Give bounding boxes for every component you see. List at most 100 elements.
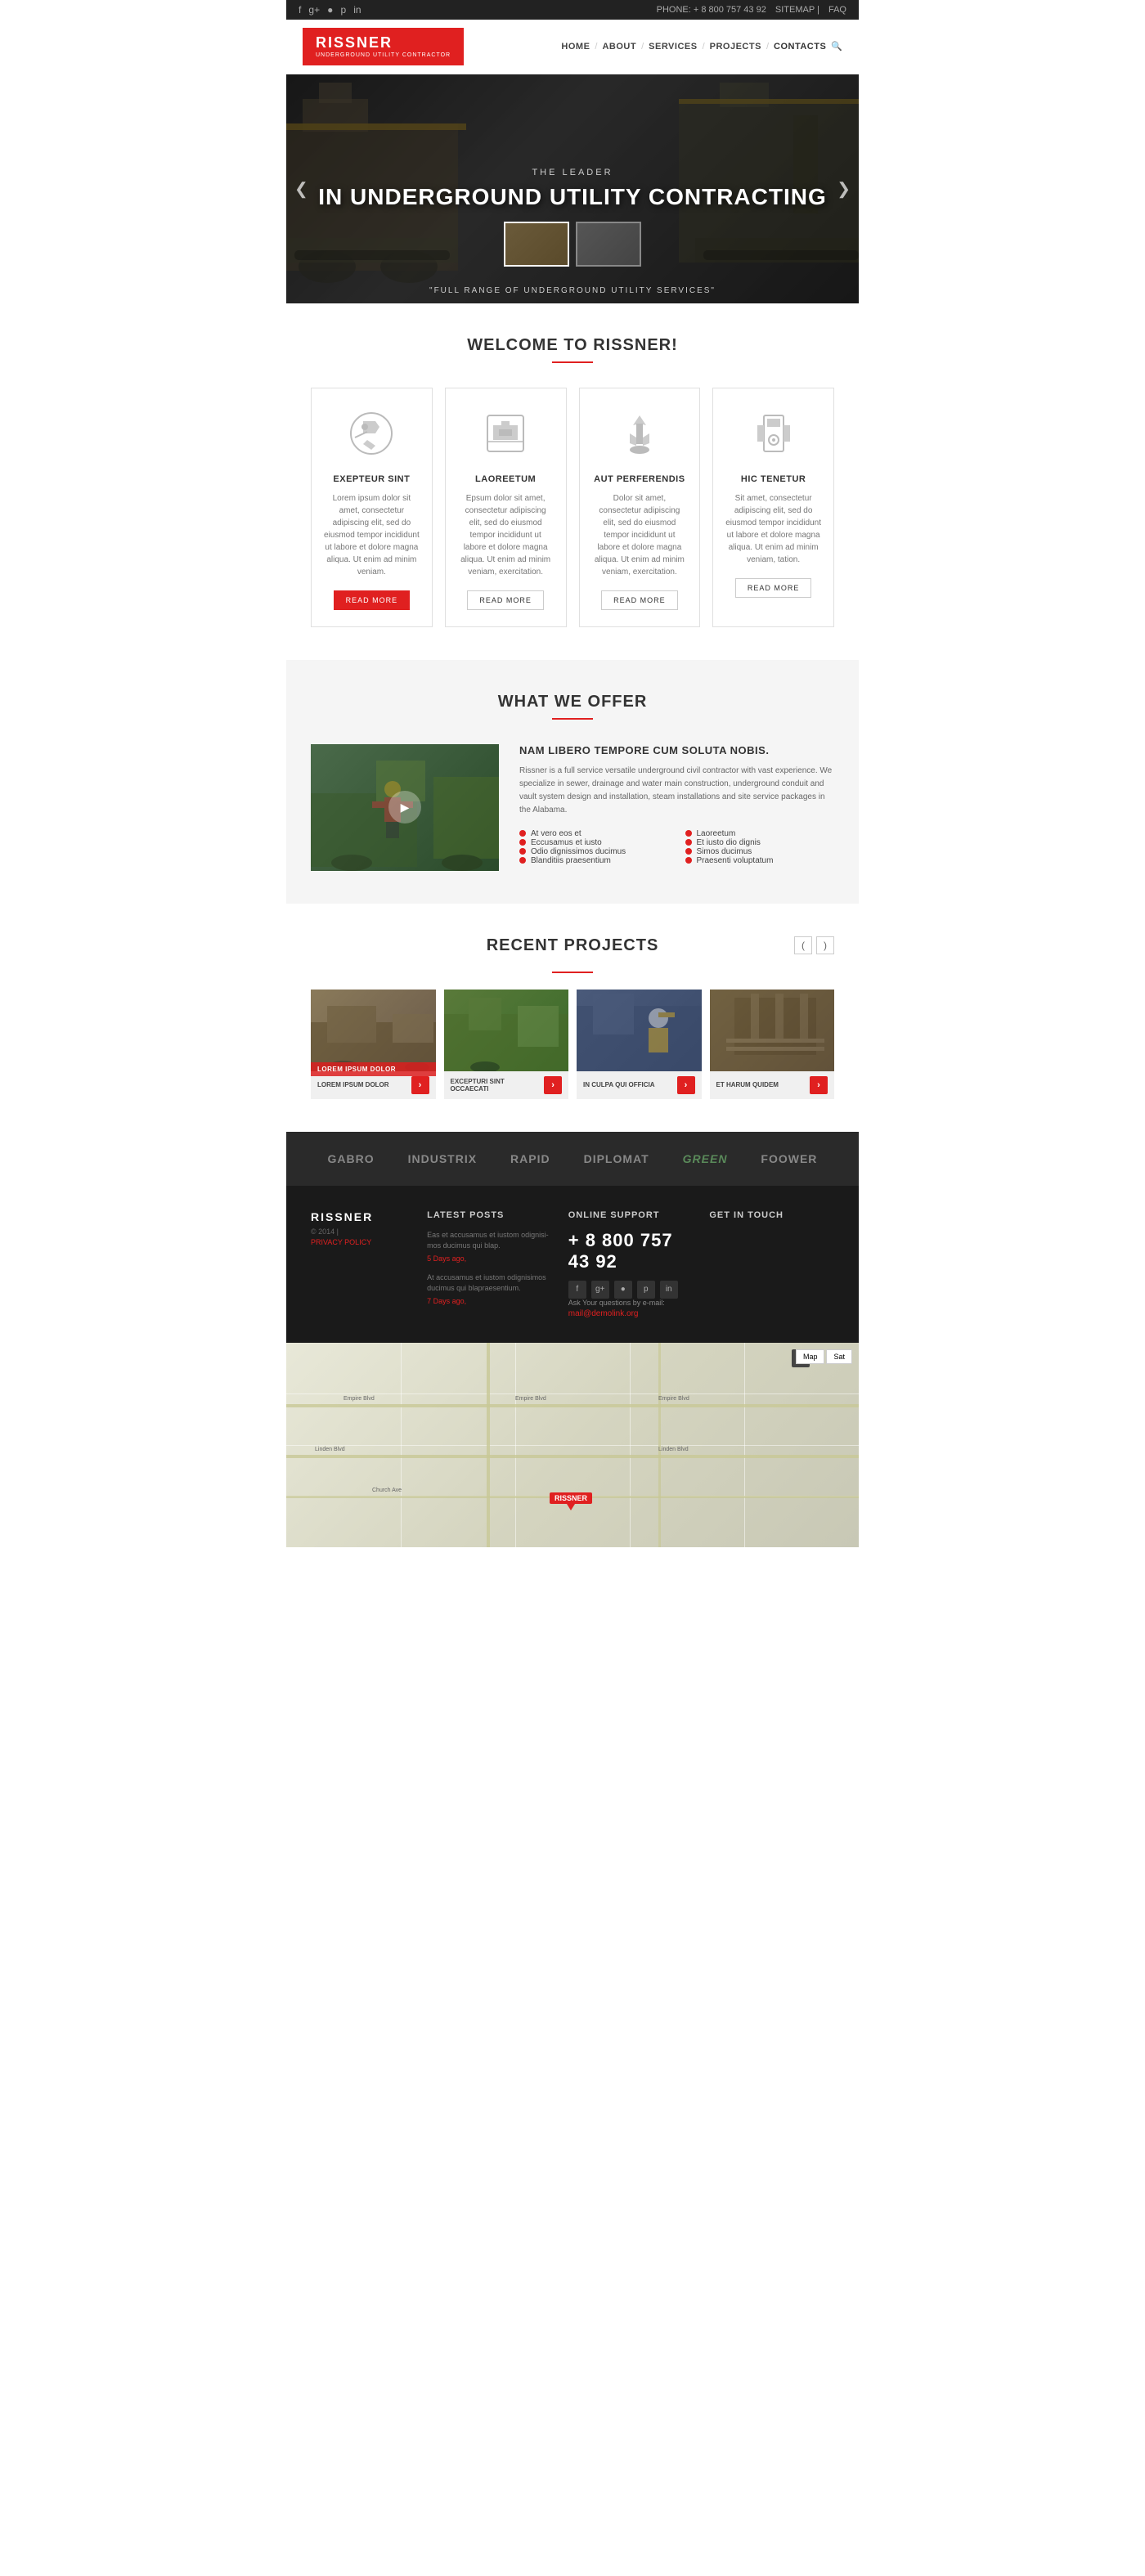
- offer-content: ▶ NAM LIBERO TEMPORE CUM SOLUTA NOBIS. R…: [311, 744, 834, 871]
- map-road-v1: [487, 1343, 490, 1547]
- nav-home[interactable]: HOME: [561, 42, 590, 52]
- partner-green[interactable]: green: [683, 1152, 728, 1165]
- partner-industrix[interactable]: INDUSTRIX: [408, 1152, 477, 1165]
- nav-contacts[interactable]: CONTACTS: [774, 42, 826, 52]
- play-button[interactable]: ▶: [388, 791, 421, 824]
- project-image-1: [311, 990, 436, 1071]
- projects-title: RECENT PROJECTS: [487, 936, 659, 955]
- hero-section: THE LEADER IN UNDERGROUND UTILITY CONTRA…: [286, 74, 859, 303]
- footer-touch-title: GET IN TOUCH: [709, 1210, 834, 1220]
- nav-about[interactable]: ABOUT: [602, 42, 636, 52]
- read-more-btn-4[interactable]: READ MORE: [735, 578, 812, 598]
- projects-next-arrow[interactable]: ): [816, 936, 834, 954]
- map-section[interactable]: Empire Blvd Empire Blvd Empire Blvd Lind…: [286, 1343, 859, 1547]
- map-marker: RISSNER: [550, 1492, 592, 1510]
- projects-prev-arrow[interactable]: (: [794, 936, 812, 954]
- map-view-map[interactable]: Map: [796, 1349, 825, 1364]
- offer-list-right: Laoreetum Et iusto dio dignis Simos duci…: [685, 829, 835, 865]
- top-bar-right: PHONE: + 8 800 757 43 92 SITEMAP | FAQ: [657, 5, 846, 15]
- features-grid: EXEPTEUR SINT Lorem ipsum dolor sit amet…: [311, 388, 834, 627]
- partner-gabro[interactable]: GABRO: [327, 1152, 374, 1165]
- offer-list-item-r1: Laoreetum: [685, 829, 835, 838]
- footer-social-fb[interactable]: f: [568, 1281, 586, 1299]
- partners-section: GABRO INDUSTRIX RAPID DIPLOMAT green FOO…: [286, 1132, 859, 1186]
- footer-email[interactable]: mail@demolink.org: [568, 1309, 694, 1318]
- social-links[interactable]: f g+ ● p in: [299, 4, 366, 16]
- bullet-r4: [685, 857, 692, 864]
- social-facebook[interactable]: f: [299, 4, 301, 16]
- partner-rapid[interactable]: RAPID: [510, 1152, 550, 1165]
- offer-video[interactable]: ▶: [311, 744, 499, 871]
- welcome-title: WELCOME TO RISSNER!: [311, 336, 834, 355]
- partner-diplomat[interactable]: DIPLOMAT: [584, 1152, 649, 1165]
- footer-support-phone: + 8 800 757 43 92: [568, 1230, 694, 1272]
- hero-thumb-1[interactable]: [504, 222, 569, 267]
- read-more-btn-1[interactable]: READ MORE: [334, 590, 411, 610]
- offer-list-item-r3: Simos ducimus: [685, 847, 835, 856]
- hero-text: THE LEADER IN UNDERGROUND UTILITY CONTRA…: [318, 168, 826, 210]
- project-footer-4: ET HARUM QUIDEM ›: [710, 1071, 835, 1099]
- nav-links: HOME / ABOUT / SERVICES / PROJECTS / CON…: [561, 41, 842, 52]
- read-more-btn-3[interactable]: READ MORE: [601, 590, 678, 610]
- project-arrow-btn-3[interactable]: ›: [677, 1076, 695, 1094]
- feature-card-3: AUT PERFERENDIS Dolor sit amet, consecte…: [579, 388, 701, 627]
- nav-services[interactable]: SERVICES: [649, 42, 697, 52]
- bullet-r1: [685, 830, 692, 837]
- bullet-r3: [685, 848, 692, 855]
- nav-projects[interactable]: PROJECTS: [710, 42, 761, 52]
- faq-link[interactable]: FAQ: [828, 5, 846, 15]
- footer-social-li[interactable]: in: [660, 1281, 678, 1299]
- partner-foower[interactable]: FOOWER: [761, 1152, 817, 1165]
- footer-online-support: ONLINE SUPPORT + 8 800 757 43 92 f g+ ● …: [568, 1210, 694, 1318]
- projects-section: RECENT PROJECTS ( ) LOREM IPSUM DOLOR: [286, 904, 859, 1132]
- bullet-l1: [519, 830, 526, 837]
- project-arrow-btn-1[interactable]: ›: [411, 1076, 429, 1094]
- footer-post-2: At accusamus et iustom odignisimos ducim…: [427, 1272, 552, 1305]
- project-card-4: ET HARUM QUIDEM ›: [710, 990, 835, 1099]
- bullet-r2: [685, 839, 692, 846]
- feature-title-4: HIC TENETUR: [725, 474, 821, 484]
- feature-card-4: HIC TENETUR Sit amet, consectetur adipis…: [712, 388, 834, 627]
- hero-arrow-left[interactable]: ❮: [294, 178, 308, 199]
- project-arrow-btn-2[interactable]: ›: [544, 1076, 562, 1094]
- search-icon[interactable]: 🔍: [831, 41, 842, 52]
- site-logo[interactable]: RISSNER UNDERGROUND UTILITY CONTRACTOR: [303, 28, 464, 65]
- social-pinterest[interactable]: p: [340, 4, 346, 16]
- footer-social-gp[interactable]: g+: [591, 1281, 609, 1299]
- top-bar: f g+ ● p in PHONE: + 8 800 757 43 92 SIT…: [286, 0, 859, 20]
- offer-description: Rissner is a full service versatile unde…: [519, 765, 834, 817]
- hero-arrow-right[interactable]: ❯: [837, 178, 851, 199]
- footer-social-rss[interactable]: ●: [614, 1281, 632, 1299]
- sitemap-link[interactable]: SITEMAP: [775, 5, 815, 15]
- social-rss[interactable]: ●: [327, 4, 333, 16]
- footer-post-2-date: 7 Days ago,: [427, 1297, 552, 1305]
- phone-text: PHONE: + 8 800 757 43 92: [657, 5, 766, 15]
- hero-thumb-2[interactable]: [576, 222, 641, 267]
- offer-list-item-l1: At vero eos et: [519, 829, 669, 838]
- footer-social-pin[interactable]: p: [637, 1281, 655, 1299]
- hero-title: IN UNDERGROUND UTILITY CONTRACTING: [318, 184, 826, 210]
- map-grid-v2: [515, 1343, 516, 1547]
- projects-arrows: ( ): [794, 936, 834, 954]
- map-view-sat[interactable]: Sat: [826, 1349, 852, 1364]
- footer: RISSNER © 2014 | PRIVACY POLICY LATEST P…: [286, 1186, 859, 1343]
- project-image-2: [444, 990, 569, 1071]
- hero-caption: "FULL RANGE OF UNDERGROUND UTILITY SERVI…: [429, 286, 716, 295]
- offer-list-item-r2: Et iusto dio dignis: [685, 838, 835, 847]
- footer-privacy-link[interactable]: PRIVACY POLICY: [311, 1238, 411, 1246]
- offer-list-item-l4: Blanditiis praesentium: [519, 856, 669, 865]
- map-grid-v3: [630, 1343, 631, 1547]
- project-footer-2: EXCEPTURI SINT OCCAECATI ›: [444, 1071, 569, 1099]
- footer-post-1-text: Eas et accusamus et iustom odignisi-mos …: [427, 1230, 552, 1252]
- read-more-btn-2[interactable]: READ MORE: [467, 590, 544, 610]
- social-google[interactable]: g+: [308, 4, 320, 16]
- projects-header: RECENT PROJECTS ( ): [311, 936, 834, 955]
- projects-grid: LOREM IPSUM DOLOR LOREM IPSUM DOLOR › EX…: [311, 990, 834, 1099]
- footer-copyright: © 2014 |: [311, 1227, 411, 1236]
- project-arrow-btn-4[interactable]: ›: [810, 1076, 828, 1094]
- offer-lists: At vero eos et Eccusamus et iusto Odio d…: [519, 829, 834, 865]
- project-title-3: IN CULPA QUI OFFICIA: [583, 1081, 655, 1088]
- social-linkedin[interactable]: in: [353, 4, 361, 16]
- footer-support-title: ONLINE SUPPORT: [568, 1210, 694, 1220]
- footer-email-label: Ask Your questions by e-mail:: [568, 1299, 694, 1307]
